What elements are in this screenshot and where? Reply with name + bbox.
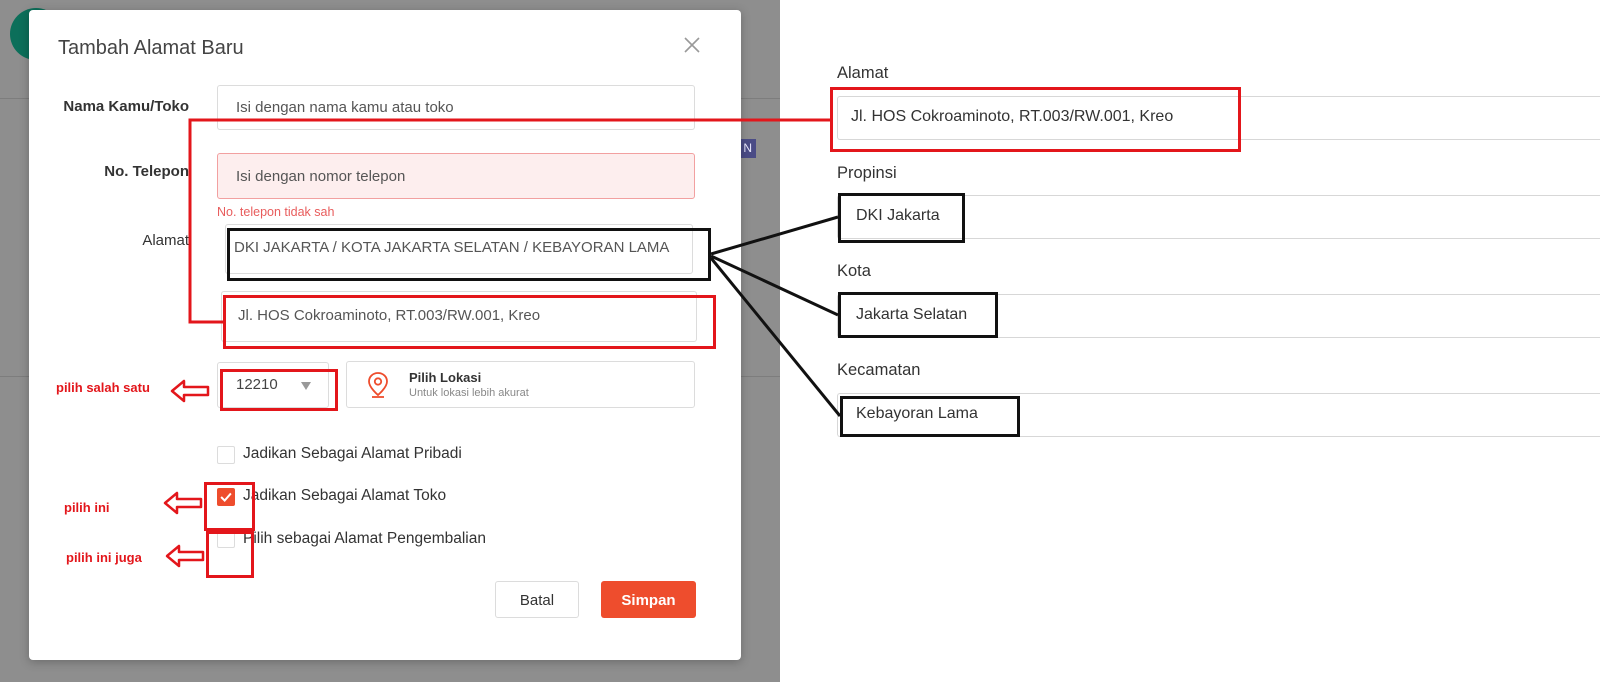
annotation-box-region (227, 228, 711, 281)
annotation-box-rp-propinsi (838, 193, 965, 243)
name-input[interactable] (217, 85, 695, 130)
annotation-box-postal (220, 369, 338, 411)
arrow-left-icon (165, 544, 205, 568)
phone-input[interactable] (217, 153, 695, 199)
rp-alamat-label: Alamat (837, 64, 889, 82)
location-pin-icon (368, 372, 388, 398)
checkbox-personal-label: Jadikan Sebagai Alamat Pribadi (243, 445, 462, 462)
annotation-box-return-checkbox (206, 531, 254, 578)
arrow-left-icon (170, 379, 210, 403)
annotation-pick-this: pilih ini (64, 500, 110, 515)
checkbox-return-label: Pilih sebagai Alamat Pengembalian (243, 530, 486, 547)
annotation-box-street (223, 295, 716, 349)
annotation-box-rp-alamat (830, 87, 1241, 152)
phone-label: No. Telepon (104, 163, 189, 180)
rp-kota-label: Kota (837, 262, 871, 280)
modal-title: Tambah Alamat Baru (58, 37, 244, 59)
annotation-box-shop-checkbox (204, 482, 255, 531)
annotation-pick-this-too: pilih ini juga (66, 550, 142, 565)
save-button[interactable]: Simpan (601, 581, 696, 618)
annotation-pick-one: pilih salah satu (56, 380, 150, 395)
annotation-box-rp-kecamatan (840, 396, 1020, 437)
close-icon[interactable] (681, 34, 703, 56)
annotation-box-rp-kota (838, 292, 998, 338)
checkbox-shop-label: Jadikan Sebagai Alamat Toko (243, 487, 447, 504)
rp-propinsi-label: Propinsi (837, 164, 897, 182)
pick-location-title: Pilih Lokasi (409, 370, 482, 385)
rp-kecamatan-label: Kecamatan (837, 361, 921, 379)
address-label: Alamat (142, 232, 189, 249)
phone-error: No. telepon tidak sah (217, 205, 335, 219)
arrow-left-icon (163, 491, 203, 515)
name-label: Nama Kamu/Toko (63, 98, 189, 115)
pick-location-button[interactable]: Pilih Lokasi Untuk lokasi lebih akurat (346, 361, 695, 408)
pick-location-subtitle: Untuk lokasi lebih akurat (409, 387, 529, 399)
checkbox-personal-address[interactable] (217, 446, 235, 464)
cancel-button[interactable]: Batal (495, 581, 579, 618)
